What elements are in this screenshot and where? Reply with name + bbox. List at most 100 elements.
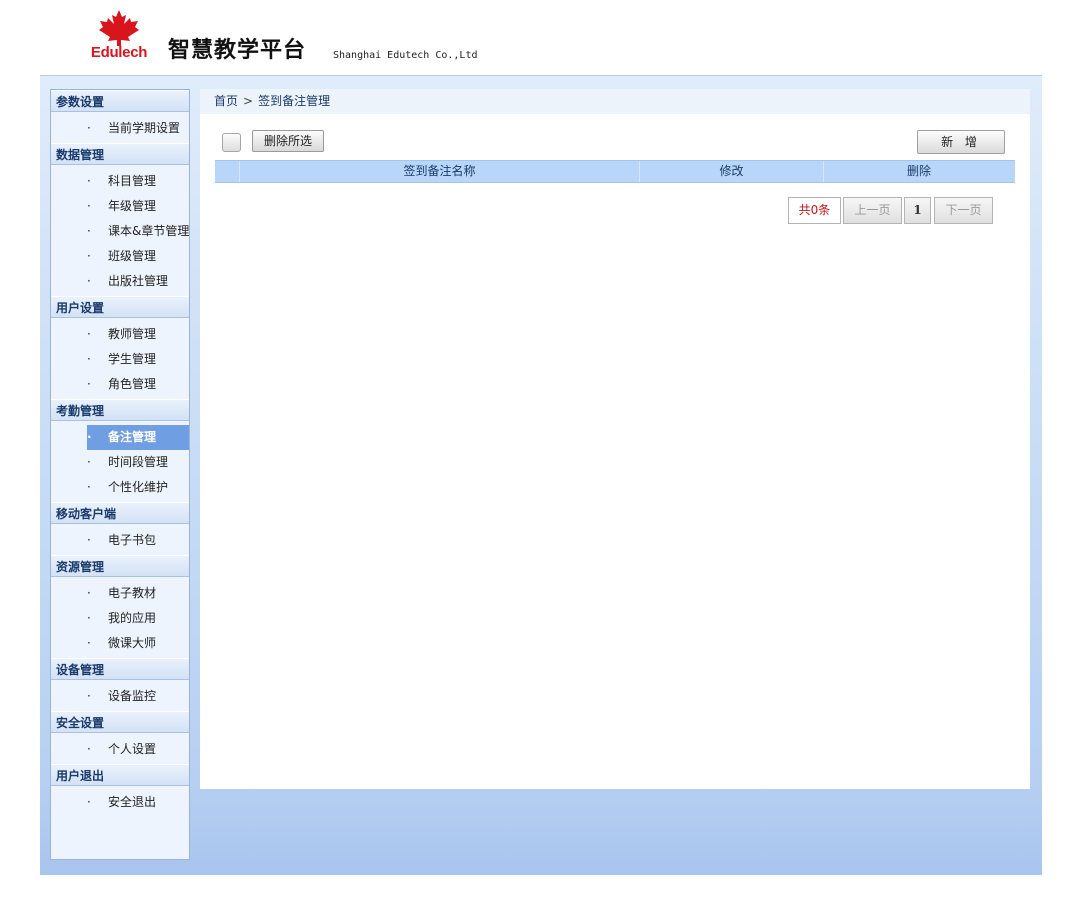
maple-leaf-icon [99, 10, 139, 46]
sidebar-item[interactable]: · 出版社管理 [51, 269, 189, 294]
bullet-icon: · [87, 249, 91, 263]
sidebar-group-items: · 电子书包 [51, 524, 189, 555]
logo-text: Edulech [90, 44, 148, 61]
company-name: Shanghai Edutech Co.,Ltd [333, 50, 478, 61]
sidebar-item-label: 个人设置 [108, 742, 157, 756]
sidebar-item-label: 课本&章节管理 [108, 224, 190, 238]
sidebar-item[interactable]: · 学生管理 [51, 347, 189, 372]
header: Edulech 智慧教学平台 Shanghai Edutech Co.,Ltd [0, 0, 1088, 75]
sidebar-item[interactable]: · 课本&章节管理 [51, 219, 189, 244]
sidebar-item[interactable]: · 个性化维护 [51, 475, 189, 500]
sidebar-group-items: · 个人设置 [51, 733, 189, 764]
sidebar-item-label: 微课大师 [108, 636, 157, 650]
sidebar-item[interactable]: · 微课大师 [51, 631, 189, 656]
sidebar-item[interactable]: · 设备监控 [51, 684, 189, 709]
bullet-icon: · [87, 611, 91, 625]
sidebar-item[interactable]: · 备注管理 [87, 425, 189, 450]
sidebar-item-label: 电子教材 [108, 586, 157, 600]
column-header-name: 签到备注名称 [240, 161, 640, 182]
delete-selected-button[interactable]: 删除所选 [252, 130, 324, 152]
sidebar-item[interactable]: · 个人设置 [51, 737, 189, 762]
sidebar-item[interactable]: · 当前学期设置 [51, 116, 189, 141]
column-header-edit: 修改 [640, 161, 824, 182]
pagination-total: 共0条 [788, 197, 841, 224]
breadcrumb-current: 签到备注管理 [258, 94, 331, 108]
sidebar-item-label: 电子书包 [108, 533, 157, 547]
sidebar-item[interactable]: · 角色管理 [51, 372, 189, 397]
sidebar-group-title: 参数设置 [51, 90, 189, 112]
bullet-icon: · [87, 174, 91, 188]
sidebar-group-title: 用户设置 [51, 296, 189, 318]
breadcrumb-home[interactable]: 首页 [214, 94, 238, 108]
bullet-icon: · [87, 586, 91, 600]
bullet-icon: · [87, 199, 91, 213]
sidebar-item[interactable]: · 科目管理 [51, 169, 189, 194]
sidebar-item[interactable]: · 电子书包 [51, 528, 189, 553]
sidebar-item-label: 备注管理 [108, 430, 157, 444]
sidebar-item[interactable]: · 时间段管理 [51, 450, 189, 475]
bullet-icon: · [87, 742, 91, 756]
sidebar-item-label: 设备监控 [108, 689, 157, 703]
sidebar-item-label: 角色管理 [108, 377, 157, 391]
sidebar-item-label: 年级管理 [108, 199, 157, 213]
breadcrumb-separator: > [243, 94, 254, 108]
bullet-icon: · [87, 795, 91, 809]
sidebar-item-label: 时间段管理 [108, 455, 169, 469]
sidebar-item-label: 出版社管理 [108, 274, 169, 288]
next-page-button[interactable]: 下一页 [934, 197, 993, 224]
sidebar-item-label: 当前学期设置 [108, 121, 181, 135]
select-all-checkbox[interactable] [222, 133, 241, 152]
page-number-button[interactable]: 1 [904, 197, 931, 224]
table-header: 签到备注名称 修改 删除 [215, 160, 1015, 183]
bullet-icon: · [87, 224, 91, 238]
bullet-icon: · [87, 352, 91, 366]
bullet-icon: · [87, 533, 91, 547]
sidebar-item-label: 班级管理 [108, 249, 157, 263]
sidebar-item-label: 学生管理 [108, 352, 157, 366]
bullet-icon: · [87, 636, 91, 650]
sidebar-group-title: 考勤管理 [51, 399, 189, 421]
bullet-icon: · [87, 689, 91, 703]
sidebar-group-items: · 教师管理 · 学生管理 · 角色管理 [51, 318, 189, 399]
bullet-icon: · [87, 377, 91, 391]
sidebar-group-items: · 设备监控 [51, 680, 189, 711]
breadcrumb: 首页 > 签到备注管理 [200, 89, 1030, 114]
sidebar-item-label: 教师管理 [108, 327, 157, 341]
sidebar: 参数设置 · 当前学期设置数据管理 · 科目管理 · 年级管理 · 课本&章节管理 · 班级管理 · 出… [50, 89, 190, 860]
sidebar-group-items: · 备注管理 · 时间段管理 · 个性化维护 [51, 421, 189, 502]
sidebar-item-label: 科目管理 [108, 174, 157, 188]
column-header-delete: 删除 [906, 164, 931, 178]
bullet-icon: · [87, 430, 92, 444]
sidebar-group-items: · 电子教材 · 我的应用 · 微课大师 [51, 577, 189, 658]
bullet-icon: · [87, 274, 91, 288]
platform-title: 智慧教学平台 [168, 37, 307, 63]
sidebar-group-items: · 安全退出 [51, 786, 189, 817]
sidebar-group-items: · 科目管理 · 年级管理 · 课本&章节管理 · 班级管理 · 出版社管理 [51, 165, 189, 296]
sidebar-group-title: 移动客户端 [51, 502, 189, 524]
main-content: 首页 > 签到备注管理 删除所选 新 增 签到备注名称 修改 删除 共0条 上一页 … [200, 89, 1030, 789]
sidebar-group-title: 设备管理 [51, 658, 189, 680]
sidebar-group-title: 数据管理 [51, 143, 189, 165]
sidebar-item[interactable]: · 我的应用 [51, 606, 189, 631]
sidebar-group-title: 用户退出 [51, 764, 189, 786]
sidebar-item-label: 我的应用 [108, 611, 157, 625]
sidebar-item[interactable]: · 电子教材 [51, 581, 189, 606]
sidebar-item-label: 个性化维护 [108, 480, 169, 494]
sidebar-group-title: 资源管理 [51, 555, 189, 577]
toolbar: 删除所选 新 增 [200, 114, 1030, 154]
sidebar-item[interactable]: · 年级管理 [51, 194, 189, 219]
sidebar-item[interactable]: · 教师管理 [51, 322, 189, 347]
sidebar-item[interactable]: · 班级管理 [51, 244, 189, 269]
sidebar-item[interactable]: · 安全退出 [51, 790, 189, 815]
sidebar-item-label: 安全退出 [108, 795, 157, 809]
bullet-icon: · [87, 121, 91, 135]
sidebar-group-title: 安全设置 [51, 711, 189, 733]
bullet-icon: · [87, 455, 91, 469]
bullet-icon: · [87, 480, 91, 494]
prev-page-button[interactable]: 上一页 [843, 197, 902, 224]
column-header-select [215, 161, 240, 182]
sidebar-group-items: · 当前学期设置 [51, 112, 189, 143]
bullet-icon: · [87, 327, 91, 341]
add-button[interactable]: 新 增 [917, 130, 1005, 154]
edutech-logo: Edulech [88, 10, 150, 62]
